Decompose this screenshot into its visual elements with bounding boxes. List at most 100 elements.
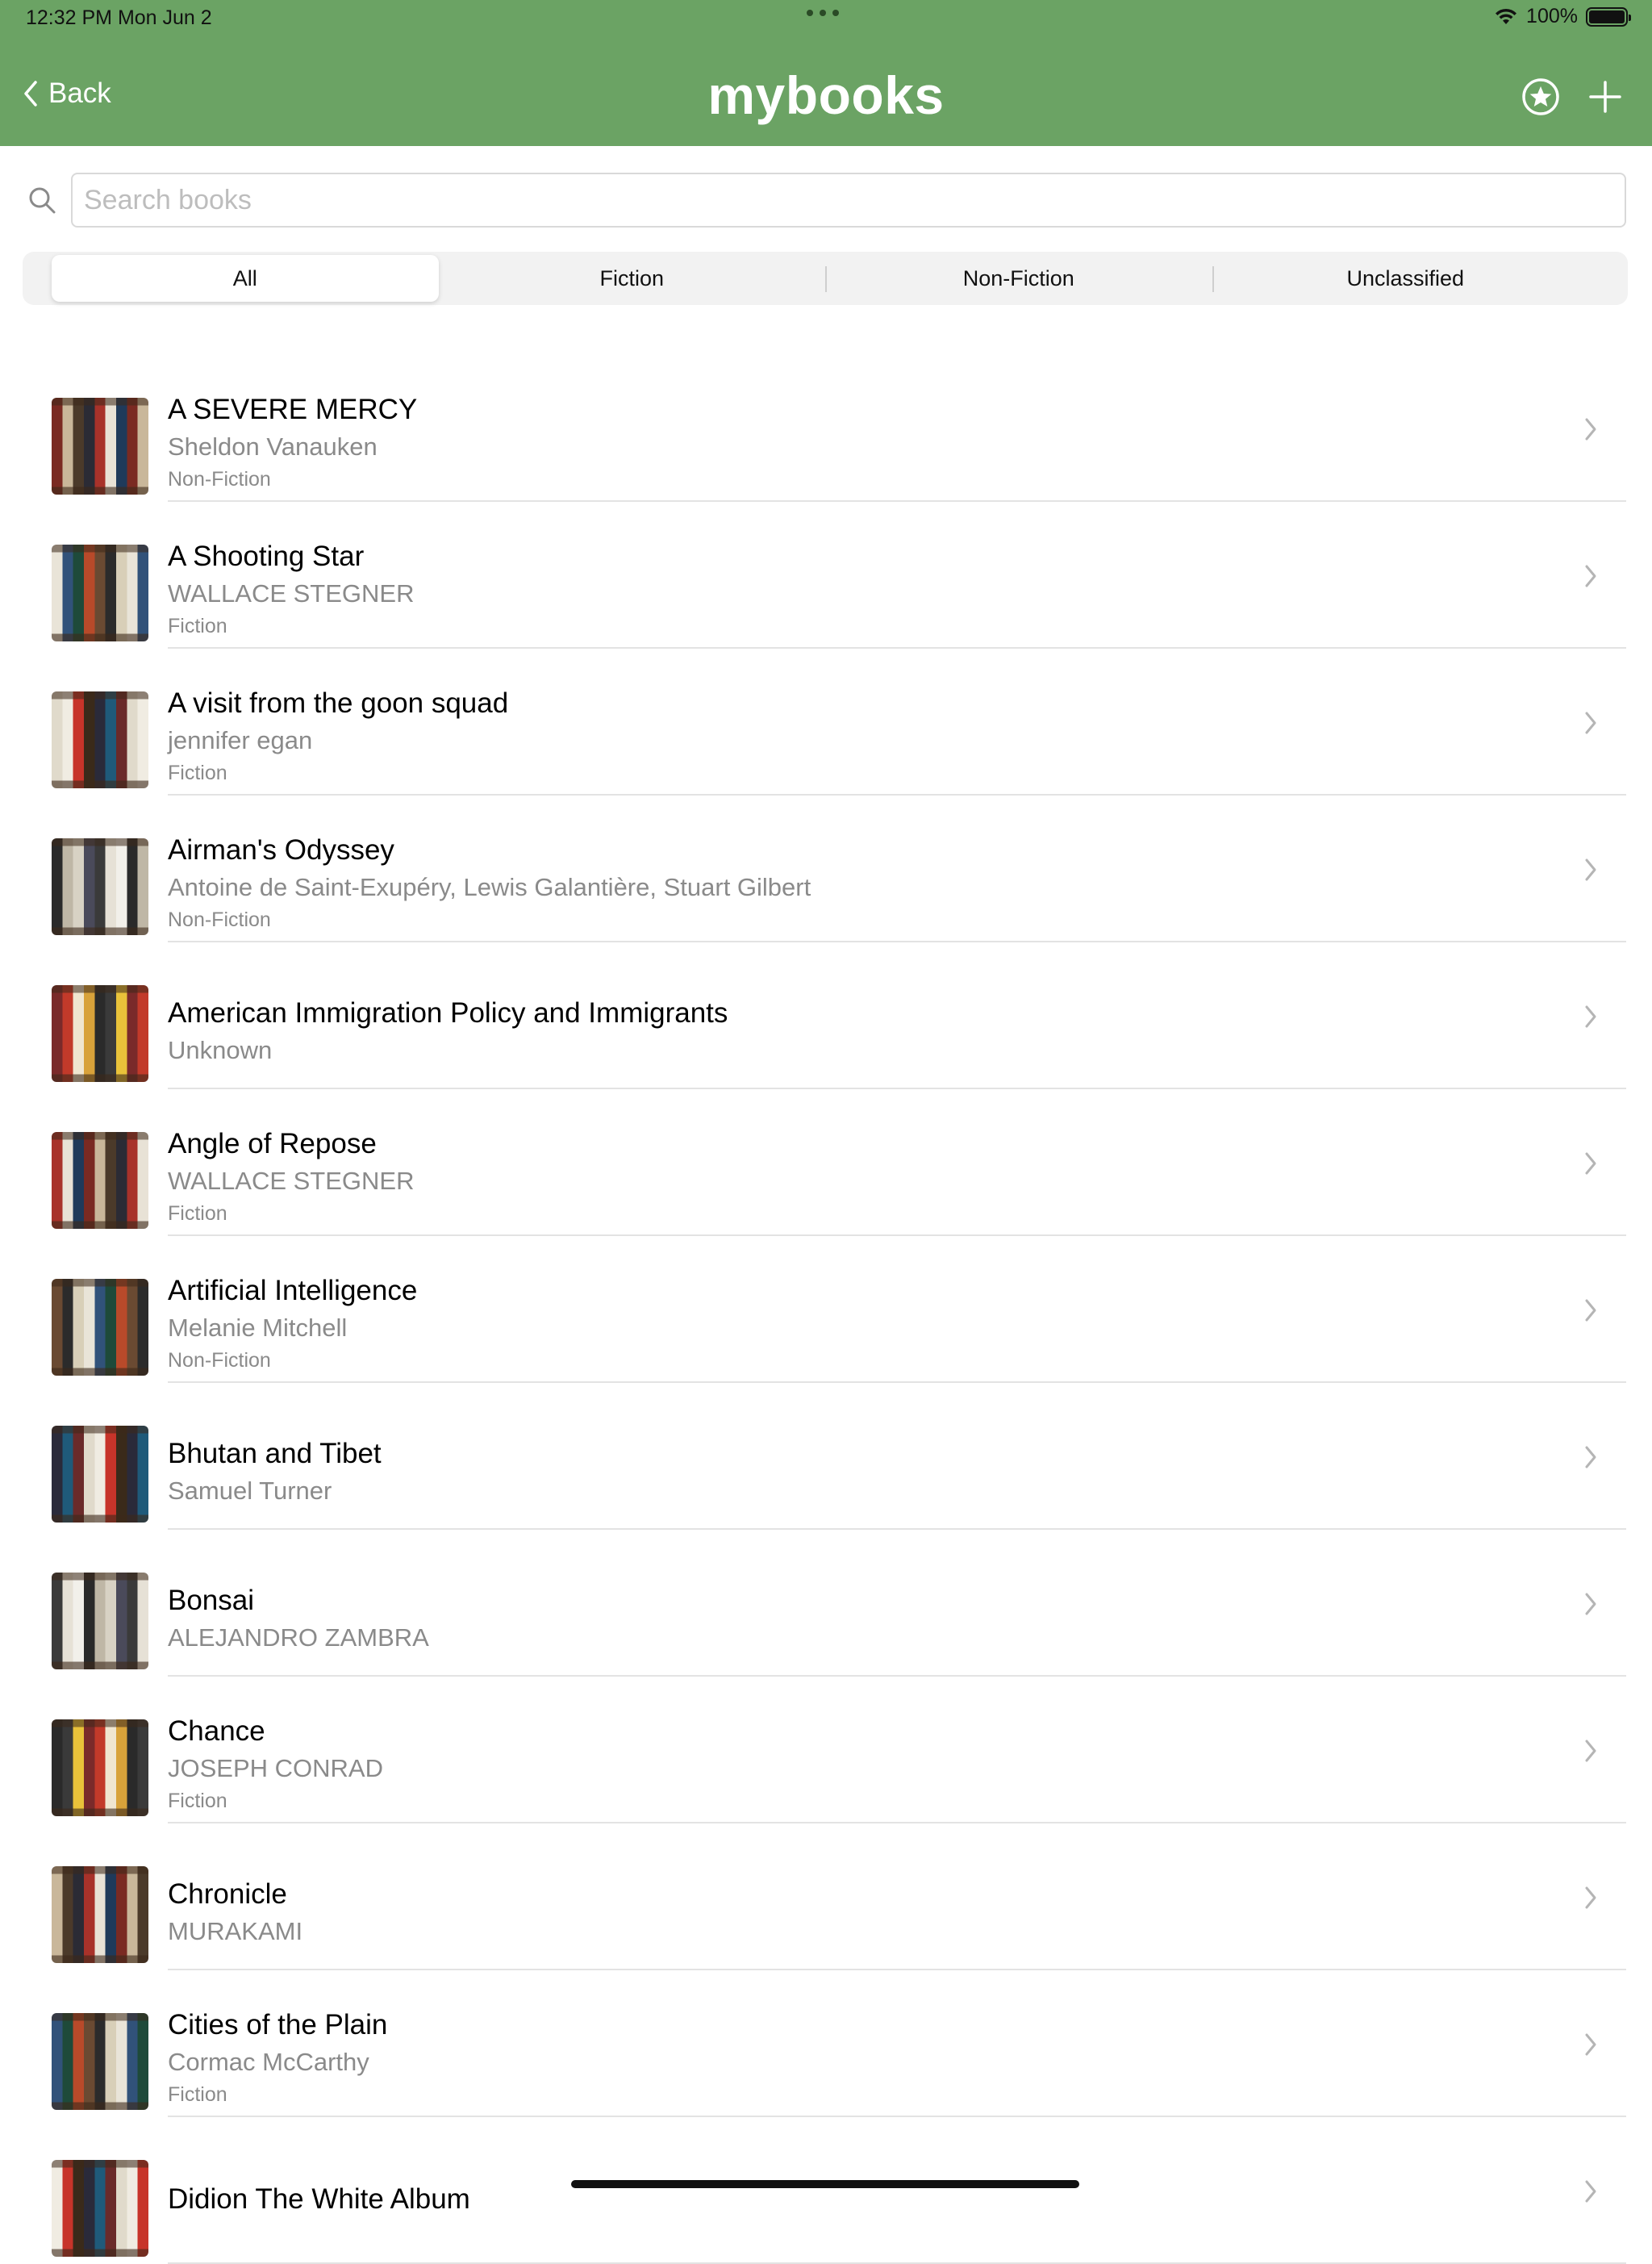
search-icon (29, 187, 56, 214)
search-bar (0, 169, 1652, 228)
book-title: American Immigration Policy and Immigran… (168, 997, 728, 1029)
chevron-right-icon (1585, 1886, 1596, 1909)
book-cover-thumbnail (52, 1279, 148, 1376)
book-row[interactable]: A SEVERE MERCY Sheldon Vanauken Non-Fictio… (0, 355, 1652, 502)
book-title: Cities of the Plain (168, 2009, 388, 2041)
chevron-right-icon (1585, 1152, 1596, 1175)
add-book-icon[interactable] (1585, 77, 1625, 117)
book-list: A SEVERE MERCY Sheldon Vanauken Non-Fictio… (0, 355, 1652, 2264)
book-text-group: Cities of the Plain Cormac McCarthy Fictio… (168, 2009, 387, 2107)
wifi-icon (1496, 8, 1517, 24)
book-text-group: Chronicle MURAKAMI (168, 1878, 302, 1946)
book-row[interactable]: American Immigration Policy and Immigran… (0, 942, 1652, 1089)
book-genre: Non-Fiction (168, 1349, 271, 1372)
book-genre: Fiction (168, 1202, 227, 1225)
book-row[interactable]: Cities of the Plain Cormac McCarthy Fictio… (0, 1970, 1652, 2117)
book-row[interactable]: Angle of Repose WALLACE STEGNER Fiction (0, 1089, 1652, 1236)
book-cover-thumbnail (52, 2160, 148, 2257)
chevron-right-icon (1585, 712, 1596, 734)
book-title: A Shooting Star (168, 541, 365, 572)
favorites-star-icon[interactable] (1521, 77, 1561, 117)
book-author: Antoine de Saint-Exupéry, Lewis Galantiè… (168, 873, 811, 901)
book-cover-thumbnail (52, 1866, 148, 1963)
chevron-right-icon (1585, 1593, 1596, 1615)
book-text-group: Angle of Repose WALLACE STEGNER Fiction (168, 1128, 414, 1226)
book-title: Didion The White Album (168, 2183, 470, 2215)
book-row[interactable]: Artificial Intelligence Melanie Mitchell N… (0, 1236, 1652, 1383)
book-cover-thumbnail (52, 545, 148, 641)
segment-fiction[interactable]: Fiction (439, 255, 826, 302)
book-author: WALLACE STEGNER (168, 579, 415, 608)
battery-icon (1586, 6, 1631, 27)
book-cover-thumbnail (52, 1719, 148, 1816)
book-author: Melanie Mitchell (168, 1314, 348, 1342)
chevron-right-icon (1585, 858, 1596, 881)
chevron-right-icon (1585, 565, 1596, 587)
chevron-right-icon (1585, 2033, 1596, 2056)
book-row[interactable]: Didion The White Album (0, 2117, 1652, 2264)
book-author: Sheldon Vanauken (168, 432, 378, 461)
book-row[interactable]: Bhutan and Tibet Samuel Turner (0, 1383, 1652, 1530)
chevron-right-icon (1585, 1299, 1596, 1322)
status-time: 12:32 PM Mon Jun 2 (26, 6, 212, 29)
book-author: Cormac McCarthy (168, 2048, 369, 2076)
book-cover-thumbnail (52, 2013, 148, 2110)
book-text-group: Didion The White Album (168, 2183, 470, 2216)
book-author: JOSEPH CONRAD (168, 1754, 383, 1782)
book-genre: Non-Fiction (168, 909, 271, 931)
book-text-group: A Shooting Star WALLACE STEGNER Fiction (168, 541, 414, 638)
book-title: Chronicle (168, 1878, 287, 1910)
book-text-group: American Immigration Policy and Immigran… (168, 997, 728, 1065)
book-title: Airman's Odyssey (168, 834, 394, 866)
book-text-group: A SEVERE MERCY Sheldon Vanauken Non-Fictio… (168, 394, 417, 491)
category-segmented-control: All Fiction Non-Fiction Unclassified (23, 252, 1628, 305)
book-genre: Fiction (168, 2083, 227, 2106)
book-row[interactable]: Bonsai ALEJANDRO ZAMBRA (0, 1530, 1652, 1677)
book-row[interactable]: A Shooting Star WALLACE STEGNER Fiction (0, 502, 1652, 649)
status-right: 100% (1494, 5, 1631, 28)
book-title: Artificial Intelligence (168, 1275, 418, 1306)
segment-all[interactable]: All (52, 255, 439, 302)
chevron-right-icon (1585, 2180, 1596, 2203)
segment-non-fiction[interactable]: Non-Fiction (825, 255, 1212, 302)
chevron-right-icon (1585, 1005, 1596, 1028)
book-title: Angle of Repose (168, 1128, 377, 1159)
book-row[interactable]: A visit from the goon squad jennifer egan… (0, 649, 1652, 796)
book-row[interactable]: Chance JOSEPH CONRAD Fiction (0, 1677, 1652, 1823)
book-title: Bhutan and Tibet (168, 1438, 382, 1469)
book-cover-thumbnail (52, 1573, 148, 1669)
book-author: MURAKAMI (168, 1917, 303, 1945)
book-author: jennifer egan (168, 726, 313, 754)
book-row[interactable]: Airman's Odyssey Antoine de Saint-Exupéry… (0, 796, 1652, 942)
book-genre: Fiction (168, 762, 227, 784)
book-cover-thumbnail (52, 985, 148, 1082)
book-author: ALEJANDRO ZAMBRA (168, 1623, 429, 1652)
book-author: Unknown (168, 1036, 273, 1064)
book-cover-thumbnail (52, 398, 148, 495)
book-cover-thumbnail (52, 691, 148, 788)
book-text-group: Bonsai ALEJANDRO ZAMBRA (168, 1585, 429, 1652)
book-text-group: A visit from the goon squad jennifer egan… (168, 687, 508, 785)
book-genre: Fiction (168, 1790, 227, 1812)
book-title: A visit from the goon squad (168, 687, 509, 719)
book-cover-thumbnail (52, 1132, 148, 1229)
book-author: WALLACE STEGNER (168, 1167, 415, 1195)
book-cover-thumbnail (52, 1426, 148, 1523)
book-text-group: Airman's Odyssey Antoine de Saint-Exupéry… (168, 834, 811, 932)
home-indicator[interactable] (571, 2180, 1079, 2188)
multitasking-dots-icon[interactable] (807, 10, 839, 16)
chevron-right-icon (1585, 1740, 1596, 1762)
book-text-group: Bhutan and Tibet Samuel Turner (168, 1438, 382, 1506)
search-input[interactable] (71, 173, 1626, 228)
book-genre: Non-Fiction (168, 468, 271, 491)
book-title: Bonsai (168, 1585, 255, 1616)
page-title: mybooks (707, 65, 945, 125)
book-text-group: Chance JOSEPH CONRAD Fiction (168, 1715, 383, 1813)
nav-header: 12:32 PM Mon Jun 2 100% Back mybooks (0, 0, 1652, 146)
chevron-right-icon (1585, 1446, 1596, 1468)
chevron-right-icon (1585, 418, 1596, 441)
book-genre: Fiction (168, 615, 227, 637)
book-row[interactable]: Chronicle MURAKAMI (0, 1823, 1652, 1970)
book-cover-thumbnail (52, 838, 148, 935)
segment-unclassified[interactable]: Unclassified (1212, 255, 1600, 302)
